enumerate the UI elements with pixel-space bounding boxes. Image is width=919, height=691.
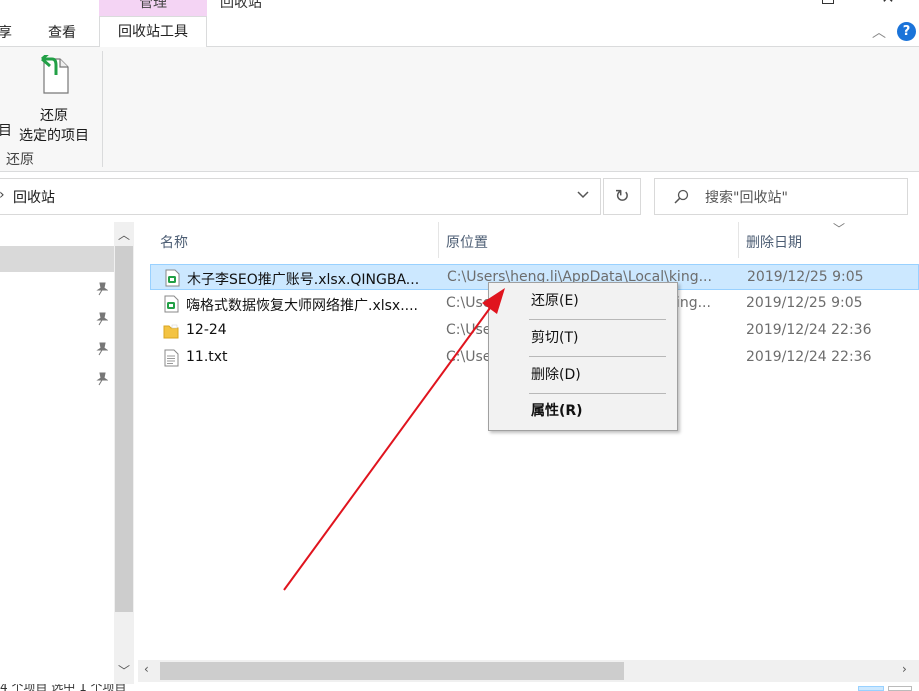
ribbon-group-divider [102,51,103,167]
spreadsheet-icon [165,269,180,287]
column-headers: 名称 原位置 删除日期 ﹀ [150,222,919,258]
breadcrumb[interactable]: 回收站 [13,187,55,207]
title-bar: 管理 回收站 ✕ [0,0,919,16]
sort-chevron-icon: ﹀ [833,222,846,236]
scroll-left-icon[interactable]: ‹ [144,662,149,676]
file-name: 11.txt [186,349,228,365]
scroll-down-icon[interactable]: ﹀ [114,662,134,679]
menu-divider [529,356,666,357]
context-menu-delete[interactable]: 删除(D) [491,361,675,389]
restore-selected-sublabel: 选定的项目 [19,128,89,144]
collapse-ribbon-icon[interactable]: ︿ [872,22,886,42]
pin-icon[interactable] [96,372,108,386]
context-menu-properties[interactable]: 属性(R) [491,397,675,425]
help-icon[interactable]: ? [897,22,916,41]
file-date-deleted: 2019/12/25 9:05 [746,295,863,311]
nav-scrollbar[interactable]: ︿ ﹀ [114,222,134,684]
ribbon-body: 目 还原 选定的项目 还原 [0,47,919,172]
restore-icon [41,55,69,94]
menu-divider [529,393,666,394]
scroll-up-icon[interactable]: ︿ [114,226,134,243]
restore-all-label[interactable]: 目 [0,120,12,140]
horizontal-scrollbar[interactable]: ‹ › [138,660,919,682]
search-input[interactable]: 搜索"回收站" [654,178,908,215]
close-button[interactable]: ✕ [878,0,898,6]
navigation-pane: ︿ ﹀ [0,222,134,684]
restore-selected-button[interactable]: 还原 选定的项目 [14,53,94,144]
column-header-date-deleted[interactable]: 删除日期 [746,232,802,252]
file-date-deleted: 2019/12/25 9:05 [747,269,864,285]
column-divider[interactable] [738,222,739,258]
column-header-name[interactable]: 名称 [160,232,188,252]
status-text: 4 个项目 选中 1 个项目 [0,684,127,691]
file-date-deleted: 2019/12/24 22:36 [746,322,872,338]
context-menu: 还原(E) 剪切(T) 删除(D) 属性(R) [488,282,678,431]
window-title: 回收站 [220,0,262,8]
ribbon-tab-bar: 享 查看 回收站工具 ︿ ? [0,14,919,48]
pin-icon[interactable] [96,282,108,296]
pin-icon[interactable] [96,312,108,326]
file-name: 木子李SEO推广账号.xlsx.QINGBA... [187,272,420,288]
pin-icon[interactable] [96,342,108,356]
chevron-down-icon[interactable] [576,188,590,202]
ribbon-group-label: 还原 [6,152,34,168]
search-icon [674,189,689,204]
restore-selected-label: 还原 [40,108,68,124]
file-date-deleted: 2019/12/24 22:36 [746,349,872,365]
column-header-location[interactable]: 原位置 [446,232,488,252]
tab-view[interactable]: 查看 [48,22,76,42]
refresh-button[interactable]: ↻ [603,178,641,215]
folder-icon [163,324,179,339]
text-file-icon [164,349,179,367]
search-placeholder: 搜索"回收站" [705,190,788,206]
maximize-button[interactable] [822,0,834,4]
file-name: 嗨格式数据恢复大师网络推广.xlsx.... [186,298,419,314]
horizontal-scroll-thumb[interactable] [160,662,624,680]
breadcrumb-chevron-icon[interactable]: › [0,187,5,203]
large-icons-view-button[interactable] [888,686,912,691]
tab-share[interactable]: 享 [0,22,12,42]
nav-scroll-thumb[interactable] [115,246,133,612]
column-divider[interactable] [438,222,439,258]
address-bar[interactable]: › 回收站 [0,178,601,215]
menu-divider [529,319,666,320]
nav-item-selected[interactable] [0,246,114,272]
details-view-button[interactable] [858,686,884,691]
scroll-right-icon[interactable]: › [902,662,907,676]
spreadsheet-icon [164,295,179,313]
file-name: 12-24 [186,322,227,338]
context-menu-restore[interactable]: 还原(E) [491,287,675,315]
tab-recycle-bin-tools[interactable]: 回收站工具 [99,16,207,48]
context-menu-cut[interactable]: 剪切(T) [491,324,675,352]
status-bar: 4 个项目 选中 1 个项目 [0,684,919,691]
